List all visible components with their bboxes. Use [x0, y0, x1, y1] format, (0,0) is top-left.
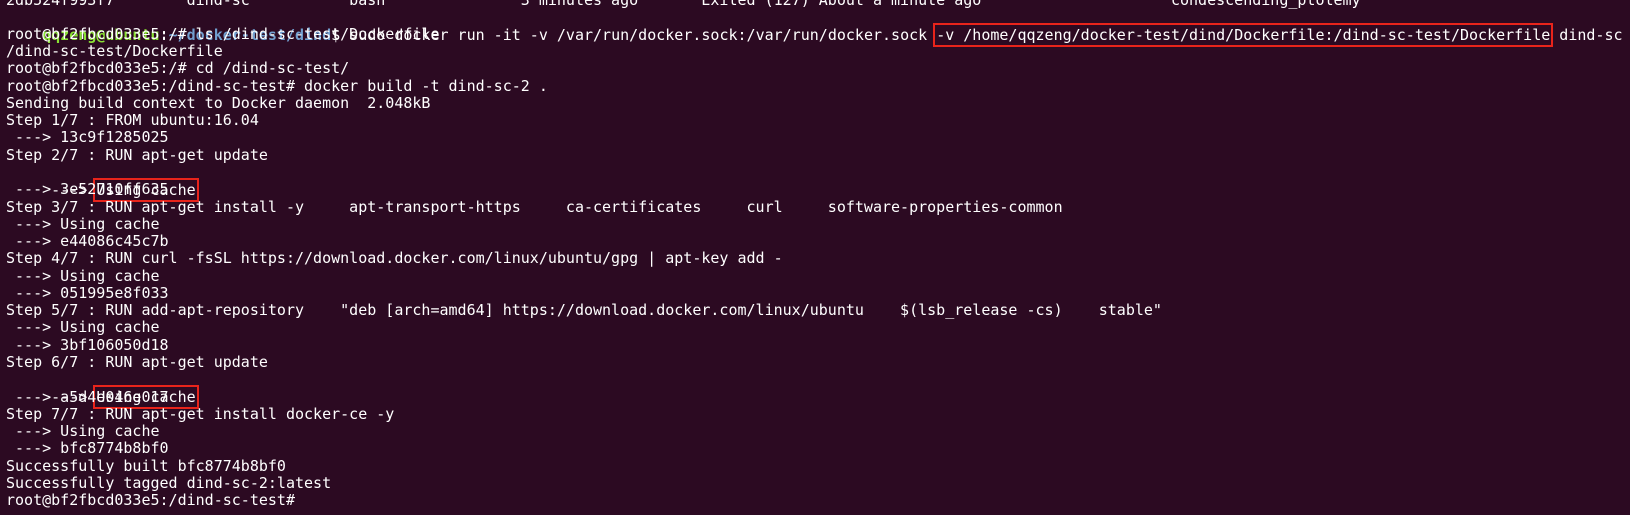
terminal-line: ---> e44086c45c7b — [6, 232, 169, 250]
terminal-line: Successfully built bfc8774b8bf0 — [6, 457, 286, 475]
terminal-line: ---> a5d4e046e017 — [6, 388, 169, 406]
terminal-line: ---> 3bf106050d18 — [6, 336, 169, 354]
terminal-line-cache-step6: ---> Using cache — [6, 370, 199, 409]
terminal-line: ---> Using cache — [6, 267, 160, 285]
terminal-line-prompt: root@bf2fbcd033e5:/dind-sc-test# — [6, 491, 295, 509]
terminal-line: Step 6/7 : RUN apt-get update — [6, 353, 268, 371]
terminal-line: Step 3/7 : RUN apt-get install -y apt-tr… — [6, 198, 1063, 216]
terminal-line: ---> Using cache — [6, 215, 160, 233]
terminal-window[interactable]: 2db524f993f7 dind-sc "bash" 3 minutes ag… — [0, 0, 1630, 515]
terminal-line: ---> Using cache — [6, 422, 160, 440]
terminal-line: ---> 051995e8f033 — [6, 284, 169, 302]
terminal-line: Step 5/7 : RUN add-apt-repository "deb [… — [6, 301, 1162, 319]
terminal-line-cache-step2: ---> Using cache — [6, 163, 199, 202]
terminal-line: Step 7/7 : RUN apt-get install docker-ce… — [6, 405, 395, 423]
terminal-line: /dind-sc-test/Dockerfile — [6, 42, 223, 60]
terminal-line: ---> bfc8774b8bf0 — [6, 439, 169, 457]
terminal-line: Step 1/7 : FROM ubuntu:16.04 — [6, 111, 259, 129]
highlighted-volume-mount: -v /home/qqzeng/docker-test/dind/Dockerf… — [933, 23, 1554, 47]
terminal-line: ---> 3e52710ff635 — [6, 180, 169, 198]
command-text-tail: dind-sc bash — [1559, 26, 1623, 44]
terminal-line: root@bf2fbcd033e5:/# ls /dind-sc-test/Do… — [6, 25, 440, 43]
terminal-line: Successfully tagged dind-sc-2:latest — [6, 474, 332, 492]
terminal-line-host-command: qqzeng@ubuntu:~/docker-test/dind$ sudo d… — [6, 8, 1630, 47]
terminal-line: Step 4/7 : RUN curl -fsSL https://downlo… — [6, 249, 783, 267]
terminal-line: ---> 13c9f1285025 — [6, 128, 169, 146]
terminal-line: Step 2/7 : RUN apt-get update — [6, 146, 268, 164]
terminal-line: ---> Using cache — [6, 318, 160, 336]
terminal-line: root@bf2fbcd033e5:/dind-sc-test# docker … — [6, 77, 548, 95]
terminal-line: root@bf2fbcd033e5:/# cd /dind-sc-test/ — [6, 59, 350, 77]
terminal-line: Sending build context to Docker daemon 2… — [6, 94, 431, 112]
